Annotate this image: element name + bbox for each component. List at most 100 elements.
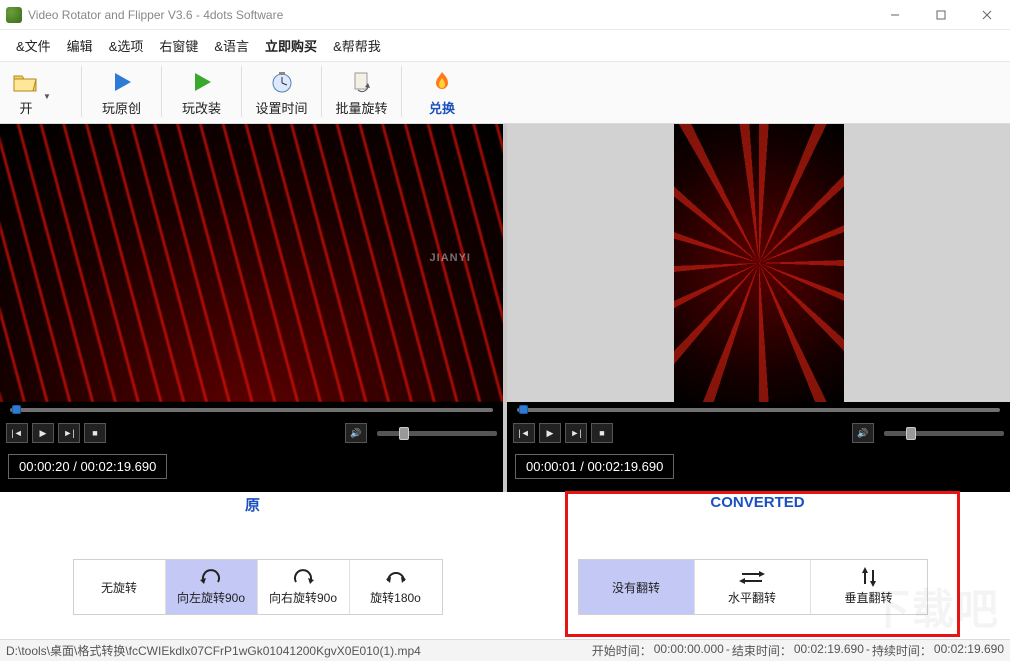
volume-slider[interactable]	[884, 431, 1004, 436]
status-end-value: 00:02:19.690	[794, 642, 864, 659]
titlebar: Video Rotator and Flipper V3.6 - 4dots S…	[0, 0, 1010, 30]
flip-options: 没有翻转 水平翻转 垂直翻转	[505, 541, 1000, 625]
stop-button[interactable]: ■	[591, 423, 613, 443]
flip-horizontal-button[interactable]: 水平翻转	[695, 560, 811, 614]
original-time-text: 00:00:20 / 00:02:19.690	[8, 454, 167, 479]
converted-letterbox	[507, 124, 1010, 402]
window-controls	[872, 0, 1010, 30]
rotate-none-label: 无旋转	[101, 579, 137, 596]
video-panels: JIANYI |◄ ▶ ►| ■ 🔊 00:00:20 / 00:02:19.6…	[0, 124, 1010, 492]
original-viewport[interactable]: JIANYI	[0, 124, 503, 402]
document-rotate-icon	[348, 68, 376, 96]
app-icon	[6, 7, 22, 23]
toolbar-play-modified-label: 玩改装	[182, 98, 221, 117]
flip-horizontal-icon	[739, 568, 765, 586]
close-button[interactable]	[964, 0, 1010, 30]
flip-vertical-label: 垂直翻转	[844, 589, 892, 606]
flip-horizontal-label: 水平翻转	[728, 589, 776, 606]
flip-none-button[interactable]: 没有翻转	[579, 560, 695, 614]
status-end-label: 结束时间：	[732, 642, 792, 659]
original-video-content	[0, 124, 503, 402]
toolbar-set-time-label: 设置时间	[255, 98, 307, 117]
converted-time-box: 00:00:01 / 00:02:19.690	[507, 448, 1010, 484]
status-start-value: 00:00:00.000	[654, 642, 724, 659]
flip-vertical-icon	[860, 568, 878, 586]
status-sep1: -	[726, 642, 730, 659]
toolbar-batch-rotate-label: 批量旋转	[335, 98, 387, 117]
converted-time-text: 00:00:01 / 00:02:19.690	[515, 454, 674, 479]
toolbar-open-label: 开	[19, 98, 32, 117]
convert-flame-icon	[428, 68, 456, 96]
play-button[interactable]: ▶	[539, 423, 561, 443]
mute-button[interactable]: 🔊	[852, 423, 874, 443]
window-title: Video Rotator and Flipper V3.6 - 4dots S…	[28, 8, 283, 22]
original-time-box: 00:00:20 / 00:02:19.690	[0, 448, 503, 484]
menu-help[interactable]: &帮帮我	[327, 34, 387, 57]
menubar: &文件 编辑 &选项 右窗键 &语言 立即购买 &帮帮我	[0, 30, 1010, 62]
original-label: 原	[245, 497, 260, 514]
toolbar: 开 ▼ 玩原创 玩改装 设置时间 批量旋转 兑换	[0, 62, 1010, 124]
rotate-180-label: 旋转180o	[370, 589, 421, 606]
mute-button[interactable]: 🔊	[345, 423, 367, 443]
volume-slider[interactable]	[377, 431, 497, 436]
stop-button[interactable]: ■	[84, 423, 106, 443]
status-duration-value: 00:02:19.690	[934, 642, 1004, 659]
rotate-none-button[interactable]: 无旋转	[74, 560, 166, 614]
rotate-180-button[interactable]: 旋转180o	[350, 560, 442, 614]
rotate-180-icon	[383, 568, 409, 586]
next-button[interactable]: ►|	[58, 423, 80, 443]
toolbar-batch-rotate[interactable]: 批量旋转	[322, 66, 402, 117]
rotate-right90-button[interactable]: 向右旋转90o	[258, 560, 350, 614]
menu-language[interactable]: &语言	[208, 34, 255, 57]
toolbar-set-time[interactable]: 设置时间	[242, 66, 322, 117]
flip-none-label: 没有翻转	[612, 579, 660, 596]
toolbar-play-original-label: 玩原创	[102, 98, 141, 117]
status-path: D:\tools\桌面\格式转换\fcCWIEkdlx07CFrP1wGk010…	[6, 642, 421, 659]
converted-video-content	[674, 124, 844, 402]
status-start-label: 开始时间：	[592, 642, 652, 659]
original-panel: JIANYI |◄ ▶ ►| ■ 🔊 00:00:20 / 00:02:19.6…	[0, 124, 505, 492]
rotate-right-icon	[290, 568, 316, 586]
menu-buy-now[interactable]: 立即购买	[259, 34, 323, 57]
next-button[interactable]: ►|	[565, 423, 587, 443]
toolbar-convert[interactable]: 兑换	[402, 66, 482, 117]
video-watermark: JIANYI	[430, 252, 471, 264]
menu-file[interactable]: &文件	[10, 34, 57, 57]
play-button[interactable]: ▶	[32, 423, 54, 443]
toolbar-play-original[interactable]: 玩原创	[82, 66, 162, 117]
converted-label: CONVERTED	[710, 494, 804, 511]
original-seek-bar[interactable]	[0, 402, 503, 418]
toolbar-play-modified[interactable]: 玩改装	[162, 66, 242, 117]
play-blue-icon	[108, 68, 136, 96]
original-controls: |◄ ▶ ►| ■ 🔊	[0, 418, 503, 448]
menu-right-keys[interactable]: 右窗键	[153, 34, 204, 57]
minimize-button[interactable]	[872, 0, 918, 30]
toolbar-open[interactable]: 开 ▼	[2, 66, 82, 117]
rotate-left90-button[interactable]: 向左旋转90o	[166, 560, 258, 614]
seek-thumb[interactable]	[12, 405, 21, 414]
prev-button[interactable]: |◄	[6, 423, 28, 443]
prev-button[interactable]: |◄	[513, 423, 535, 443]
clock-icon	[268, 68, 296, 96]
rotate-options: 无旋转 向左旋转90o 向右旋转90o 旋转180o	[10, 541, 505, 625]
status-duration-label: 持续时间：	[872, 642, 932, 659]
menu-edit[interactable]: 编辑	[61, 34, 99, 57]
menu-options[interactable]: &选项	[103, 34, 150, 57]
converted-seek-bar[interactable]	[507, 402, 1010, 418]
statusbar: D:\tools\桌面\格式转换\fcCWIEkdlx07CFrP1wGk010…	[0, 639, 1010, 661]
volume-thumb[interactable]	[399, 427, 409, 440]
panel-labels: 原 CONVERTED	[0, 492, 1010, 521]
converted-viewport[interactable]	[507, 124, 1010, 402]
rotate-left-icon	[198, 568, 224, 586]
volume-thumb[interactable]	[906, 427, 916, 440]
seek-thumb[interactable]	[519, 405, 528, 414]
rotate-right90-label: 向右旋转90o	[269, 589, 337, 606]
toolbar-convert-label: 兑换	[429, 98, 455, 117]
status-sep2: -	[866, 642, 870, 659]
rotate-left90-label: 向左旋转90o	[177, 589, 245, 606]
options-row: 无旋转 向左旋转90o 向右旋转90o 旋转180o 没有翻转 水	[0, 541, 1010, 625]
flip-vertical-button[interactable]: 垂直翻转	[811, 560, 927, 614]
toolbar-open-dropdown[interactable]: ▼	[43, 84, 51, 101]
maximize-button[interactable]	[918, 0, 964, 30]
folder-open-icon	[12, 68, 40, 96]
